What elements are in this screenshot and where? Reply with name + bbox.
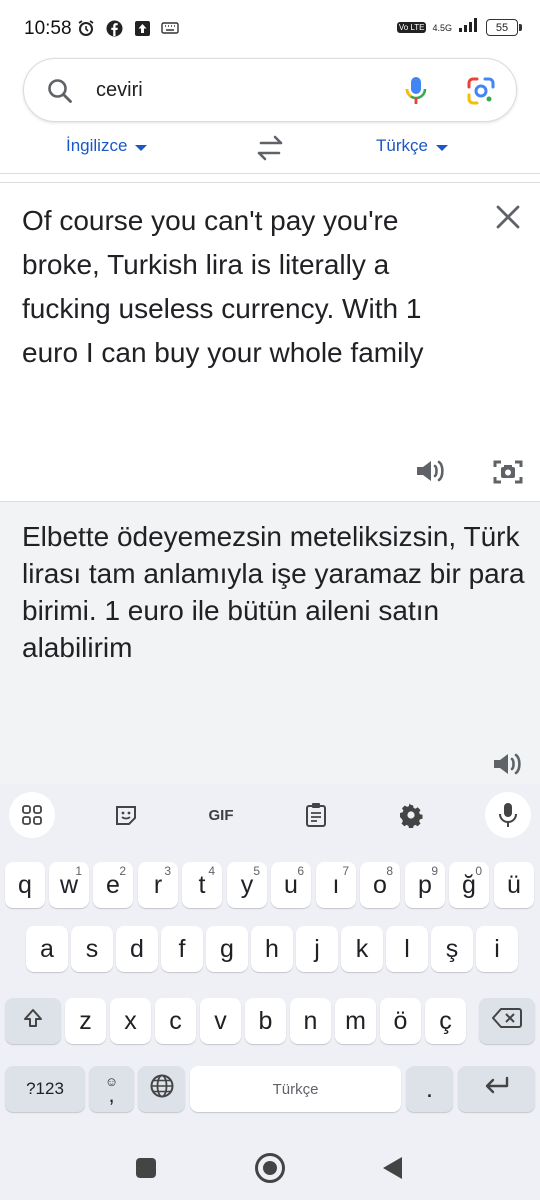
apps-grid-icon[interactable]: [9, 792, 55, 838]
key-c[interactable]: c: [155, 998, 196, 1044]
upload-icon: [132, 18, 152, 38]
recent-apps-icon[interactable]: [136, 1158, 156, 1178]
sticker-icon[interactable]: [104, 796, 148, 834]
clipboard-icon[interactable]: [294, 796, 338, 834]
enter-arrow-icon: [483, 1075, 511, 1104]
key-j[interactable]: j: [296, 926, 338, 972]
status-bar: 10:58 Vo LTE 4.5G 55: [0, 0, 540, 58]
keyboard-toolbar: GIF: [0, 784, 540, 846]
key-n[interactable]: n: [290, 998, 331, 1044]
key-p[interactable]: 9p: [405, 862, 445, 908]
language-selector-row: İngilizce Türkçe: [0, 126, 540, 174]
key-s-cedilla[interactable]: ş: [431, 926, 473, 972]
microphone-icon[interactable]: [402, 75, 430, 112]
key-o[interactable]: 8o: [360, 862, 400, 908]
key-g-breve[interactable]: 0ğ: [449, 862, 489, 908]
key-dotless-i[interactable]: 7ı: [316, 862, 356, 908]
status-icons-left: [76, 18, 180, 38]
search-bar[interactable]: ceviri: [23, 58, 517, 122]
signal-icon: [458, 17, 480, 38]
key-u[interactable]: 6u: [271, 862, 311, 908]
key-t[interactable]: 4t: [182, 862, 222, 908]
key-f[interactable]: f: [161, 926, 203, 972]
key-e[interactable]: 2e: [93, 862, 133, 908]
target-language-label: Türkçe: [376, 136, 428, 155]
key-w[interactable]: 1w: [49, 862, 89, 908]
source-language-label: İngilizce: [66, 136, 128, 155]
language-globe-key[interactable]: [138, 1066, 185, 1112]
chevron-down-icon: [135, 144, 148, 151]
volte-badge: Vo LTE: [396, 22, 427, 33]
key-s[interactable]: s: [71, 926, 113, 972]
facebook-icon: [104, 18, 124, 38]
source-text-panel: Of course you can't pay you're broke, Tu…: [0, 182, 540, 502]
key-x[interactable]: x: [110, 998, 151, 1044]
symbols-key[interactable]: ?123: [5, 1066, 85, 1112]
shift-arrow-icon: [22, 1007, 44, 1036]
key-a[interactable]: a: [26, 926, 68, 972]
keyboard-icon: [160, 18, 180, 38]
microphone-icon[interactable]: [485, 792, 531, 838]
key-d[interactable]: d: [116, 926, 158, 972]
key-q[interactable]: q: [5, 862, 45, 908]
key-i[interactable]: i: [476, 926, 518, 972]
key-b[interactable]: b: [245, 998, 286, 1044]
close-icon[interactable]: [494, 203, 522, 236]
enter-key[interactable]: [458, 1066, 535, 1112]
emoji-comma-key[interactable]: ☺ ,: [89, 1066, 134, 1112]
period-key[interactable]: .: [406, 1066, 453, 1112]
status-time: 10:58: [24, 18, 72, 39]
alarm-icon: [76, 18, 96, 38]
settings-gear-icon[interactable]: [389, 796, 433, 834]
search-input[interactable]: ceviri: [96, 79, 143, 102]
key-y[interactable]: 5y: [227, 862, 267, 908]
status-icons-right: Vo LTE 4.5G 55: [396, 17, 522, 38]
key-v[interactable]: v: [200, 998, 241, 1044]
target-language-dropdown[interactable]: Türkçe: [376, 136, 448, 156]
back-icon[interactable]: [383, 1157, 402, 1179]
source-text-input[interactable]: Of course you can't pay you're broke, Tu…: [22, 199, 462, 375]
backspace-key[interactable]: [479, 998, 535, 1044]
home-icon[interactable]: [255, 1153, 285, 1183]
network-type: 4.5G: [432, 22, 452, 33]
space-bar[interactable]: Türkçe: [190, 1066, 401, 1112]
backspace-icon: [492, 1007, 522, 1036]
translation-result-panel: Elbette ödeyemezsin meteliksizsin, Türk …: [0, 502, 540, 784]
key-m[interactable]: m: [335, 998, 376, 1044]
translation-text: Elbette ödeyemezsin meteliksizsin, Türk …: [22, 521, 525, 663]
gif-button[interactable]: GIF: [199, 796, 243, 834]
key-h[interactable]: h: [251, 926, 293, 972]
on-screen-keyboard: GIF q 1w 2e 3r 4t 5y 6u 7ı 8o 9p 0ğ ü a …: [0, 784, 540, 1136]
swap-languages-icon[interactable]: [255, 134, 285, 167]
key-z[interactable]: z: [65, 998, 106, 1044]
google-lens-icon[interactable]: [465, 75, 497, 112]
battery-indicator: 55: [486, 19, 522, 36]
system-navigation-bar: [0, 1136, 540, 1200]
shift-key[interactable]: [5, 998, 61, 1044]
comma-label: ,: [108, 1082, 115, 1107]
key-k[interactable]: k: [341, 926, 383, 972]
key-o-umlaut[interactable]: ö: [380, 998, 421, 1044]
key-r[interactable]: 3r: [138, 862, 178, 908]
source-language-dropdown[interactable]: İngilizce: [66, 136, 148, 156]
camera-icon[interactable]: [492, 457, 524, 492]
key-l[interactable]: l: [386, 926, 428, 972]
key-c-cedilla[interactable]: ç: [425, 998, 466, 1044]
search-icon: [46, 77, 74, 110]
chevron-down-icon: [435, 144, 448, 151]
key-g[interactable]: g: [206, 926, 248, 972]
key-u-umlaut[interactable]: ü: [494, 862, 534, 908]
speaker-icon[interactable]: [414, 457, 446, 490]
speaker-icon[interactable]: [491, 750, 523, 783]
globe-icon: [149, 1073, 175, 1106]
